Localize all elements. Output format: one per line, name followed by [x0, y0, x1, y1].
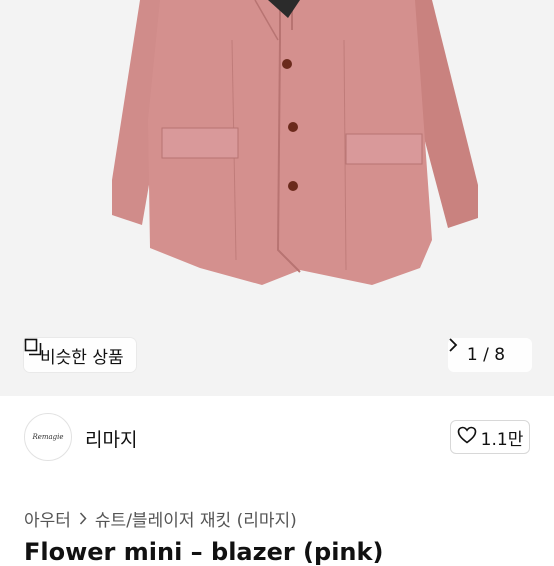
breadcrumb-item-outer[interactable]: 아우터: [24, 506, 71, 531]
similar-items-button[interactable]: 비슷한 상품: [24, 338, 136, 372]
like-button[interactable]: 1.1만: [450, 420, 530, 454]
like-count: 1.1만: [480, 429, 524, 450]
jacket-photo: [0, 0, 554, 396]
similar-items-label: 비슷한 상품: [40, 347, 124, 368]
pager-text: 1 / 8: [466, 345, 506, 365]
store-info: Remagie 리마지 1.1만: [0, 396, 554, 482]
chevron-right-icon: [79, 512, 87, 525]
store-avatar[interactable]: Remagie: [24, 413, 72, 461]
heart-icon: [457, 426, 477, 448]
product-image[interactable]: 비슷한 상품 1 / 8: [0, 0, 554, 396]
image-pager[interactable]: 1 / 8: [448, 338, 532, 372]
breadcrumb: 아우터 슈트/블레이저 재킷 (리마지): [24, 506, 297, 531]
breadcrumb-item-category[interactable]: 슈트/블레이저 재킷 (리마지): [95, 506, 297, 531]
product-title: Flower mini – blazer (pink): [24, 538, 384, 566]
store-name[interactable]: 리마지: [85, 425, 137, 452]
store-logo: Remagie: [32, 433, 64, 441]
